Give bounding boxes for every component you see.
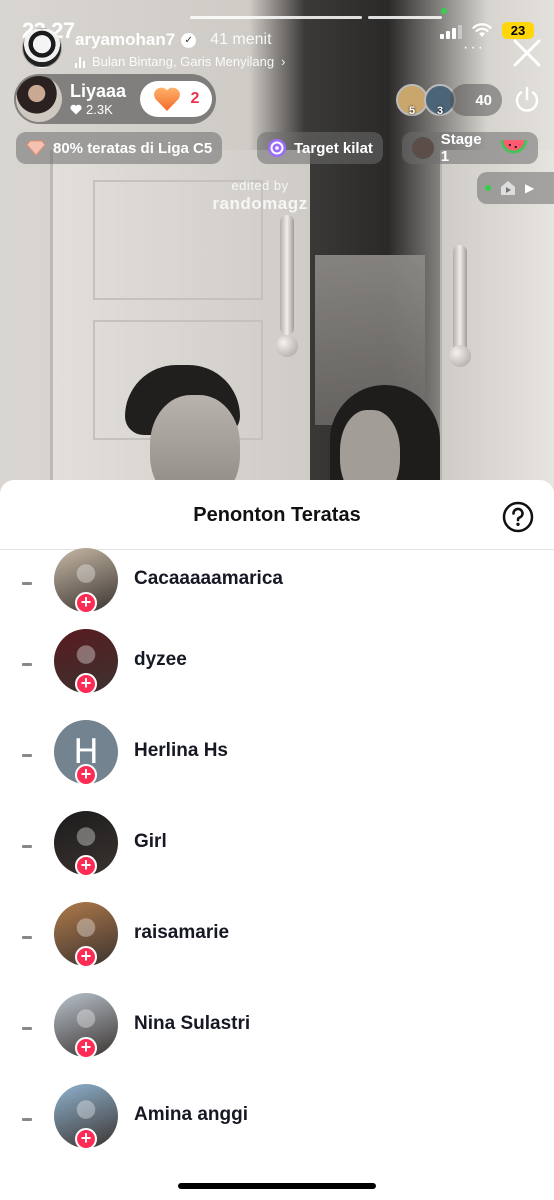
follow-plus-icon[interactable]: +: [75, 946, 97, 968]
viewer-username: raisamarie: [134, 922, 230, 943]
viewer-rank: -: [22, 845, 32, 848]
creator-avatar[interactable]: [16, 76, 62, 122]
viewer-rank: -: [22, 582, 32, 585]
music-info[interactable]: Bulan Bintang, Garis Menyilang ›: [75, 54, 285, 69]
chevron-right-icon: ▶: [525, 181, 535, 195]
host-username: aryamohan7: [75, 30, 176, 49]
sheet-title: Penonton Teratas: [193, 504, 361, 526]
privacy-indicator: [441, 8, 447, 14]
viewer-row[interactable]: - + Nina Sulastri: [0, 993, 554, 1084]
viewer-username: Nina Sulastri: [134, 1013, 251, 1034]
story-progress: [190, 16, 442, 19]
wifi-icon: [472, 23, 492, 37]
viewer-row[interactable]: - + dyzee: [0, 629, 554, 720]
live-mini-panel[interactable]: ▶: [477, 172, 554, 204]
watermark-line2: randomagz: [212, 194, 308, 213]
cellular-signal-icon: [440, 23, 462, 39]
music-title: Bulan Bintang, Garis Menyilang: [92, 54, 275, 69]
heart-icon: [70, 104, 82, 115]
viewer-row[interactable]: - + Amina anggi: [0, 1084, 554, 1175]
home-indicator[interactable]: [178, 1183, 376, 1189]
target-label: Target kilat: [294, 139, 373, 157]
follow-plus-icon[interactable]: +: [75, 1037, 97, 1059]
verified-icon: ✓: [181, 32, 197, 48]
top-viewer-rank: 5: [408, 105, 416, 117]
top-viewers-sheet: Penonton Teratas - + Cacaaaaamarica - + dyzee…: [0, 480, 554, 1200]
top-viewers-stack[interactable]: 5 3: [396, 84, 456, 117]
progress-segment: [368, 16, 442, 19]
creator-likes-count: 2.3K: [86, 102, 113, 117]
follow-plus-icon[interactable]: +: [75, 764, 97, 786]
viewer-username: Amina anggi: [134, 1104, 249, 1125]
stage-avatar: [412, 137, 434, 159]
follow-plus-icon[interactable]: +: [75, 673, 97, 695]
viewer-row[interactable]: - + Girl: [0, 811, 554, 902]
viewer-username: dyzee: [134, 649, 187, 670]
viewer-row[interactable]: -H+Herlina Hs: [0, 720, 554, 811]
watermelon-icon: [500, 139, 528, 154]
video-watermark: edited by randomagz: [200, 178, 320, 214]
door-knob: [276, 335, 298, 357]
viewer-username: Cacaaaaamarica: [134, 568, 283, 589]
host-avatar[interactable]: [22, 28, 62, 68]
creator-name: Liyaaa: [70, 81, 127, 101]
house-icon: [501, 181, 515, 195]
more-icon[interactable]: ···: [463, 39, 485, 57]
league-chip[interactable]: 80% teratas di Liga C5: [16, 132, 223, 164]
orange-heart-icon: [153, 87, 180, 111]
target-chip[interactable]: Target kilat: [257, 132, 383, 164]
creator-likes: 2.3K: [70, 102, 126, 117]
watermark-line1: edited by: [231, 178, 289, 193]
viewer-row[interactable]: - + raisamarie: [0, 902, 554, 993]
host-info[interactable]: aryamohan7 ✓ 41 menit: [75, 30, 272, 50]
viewer-row[interactable]: - + Cacaaaaamarica: [0, 548, 554, 639]
follow-plus-icon[interactable]: +: [75, 592, 97, 614]
door-handle: [280, 215, 294, 335]
follow-plus-icon[interactable]: +: [75, 855, 97, 877]
chevron-right-icon: ›: [281, 54, 286, 69]
close-icon[interactable]: [510, 36, 544, 70]
viewer-rank: -: [22, 663, 32, 666]
sheet-header: Penonton Teratas: [0, 480, 554, 550]
stage-chip[interactable]: Stage 1: [402, 131, 538, 165]
power-icon[interactable]: [511, 84, 543, 116]
viewer-username: Girl: [134, 831, 167, 852]
viewer-rank: -: [22, 936, 32, 939]
music-bars-icon: [75, 56, 85, 68]
heart-gift-button[interactable]: 2: [140, 81, 212, 117]
progress-segment: [190, 16, 362, 19]
heart-count: 2: [190, 90, 200, 107]
league-label: 80% teratas di Liga C5: [53, 139, 213, 157]
top-viewer-rank: 3: [436, 105, 444, 117]
creator-text: Liyaaa 2.3K: [70, 81, 126, 117]
viewer-rank: -: [22, 1118, 32, 1121]
viewer-rank: -: [22, 754, 32, 757]
stage-label: Stage 1: [440, 131, 482, 165]
help-icon[interactable]: [502, 501, 534, 533]
viewer-username: Herlina Hs: [134, 740, 228, 761]
door-knob: [449, 345, 471, 367]
target-icon: [268, 139, 286, 157]
host-time-ago: 41 menit: [210, 31, 272, 48]
online-dot-icon: [485, 185, 491, 191]
diamond-icon: [26, 140, 46, 156]
follow-plus-icon[interactable]: +: [75, 1128, 97, 1150]
viewer-rank: -: [22, 1027, 32, 1030]
viewer-count[interactable]: 40: [450, 84, 502, 116]
